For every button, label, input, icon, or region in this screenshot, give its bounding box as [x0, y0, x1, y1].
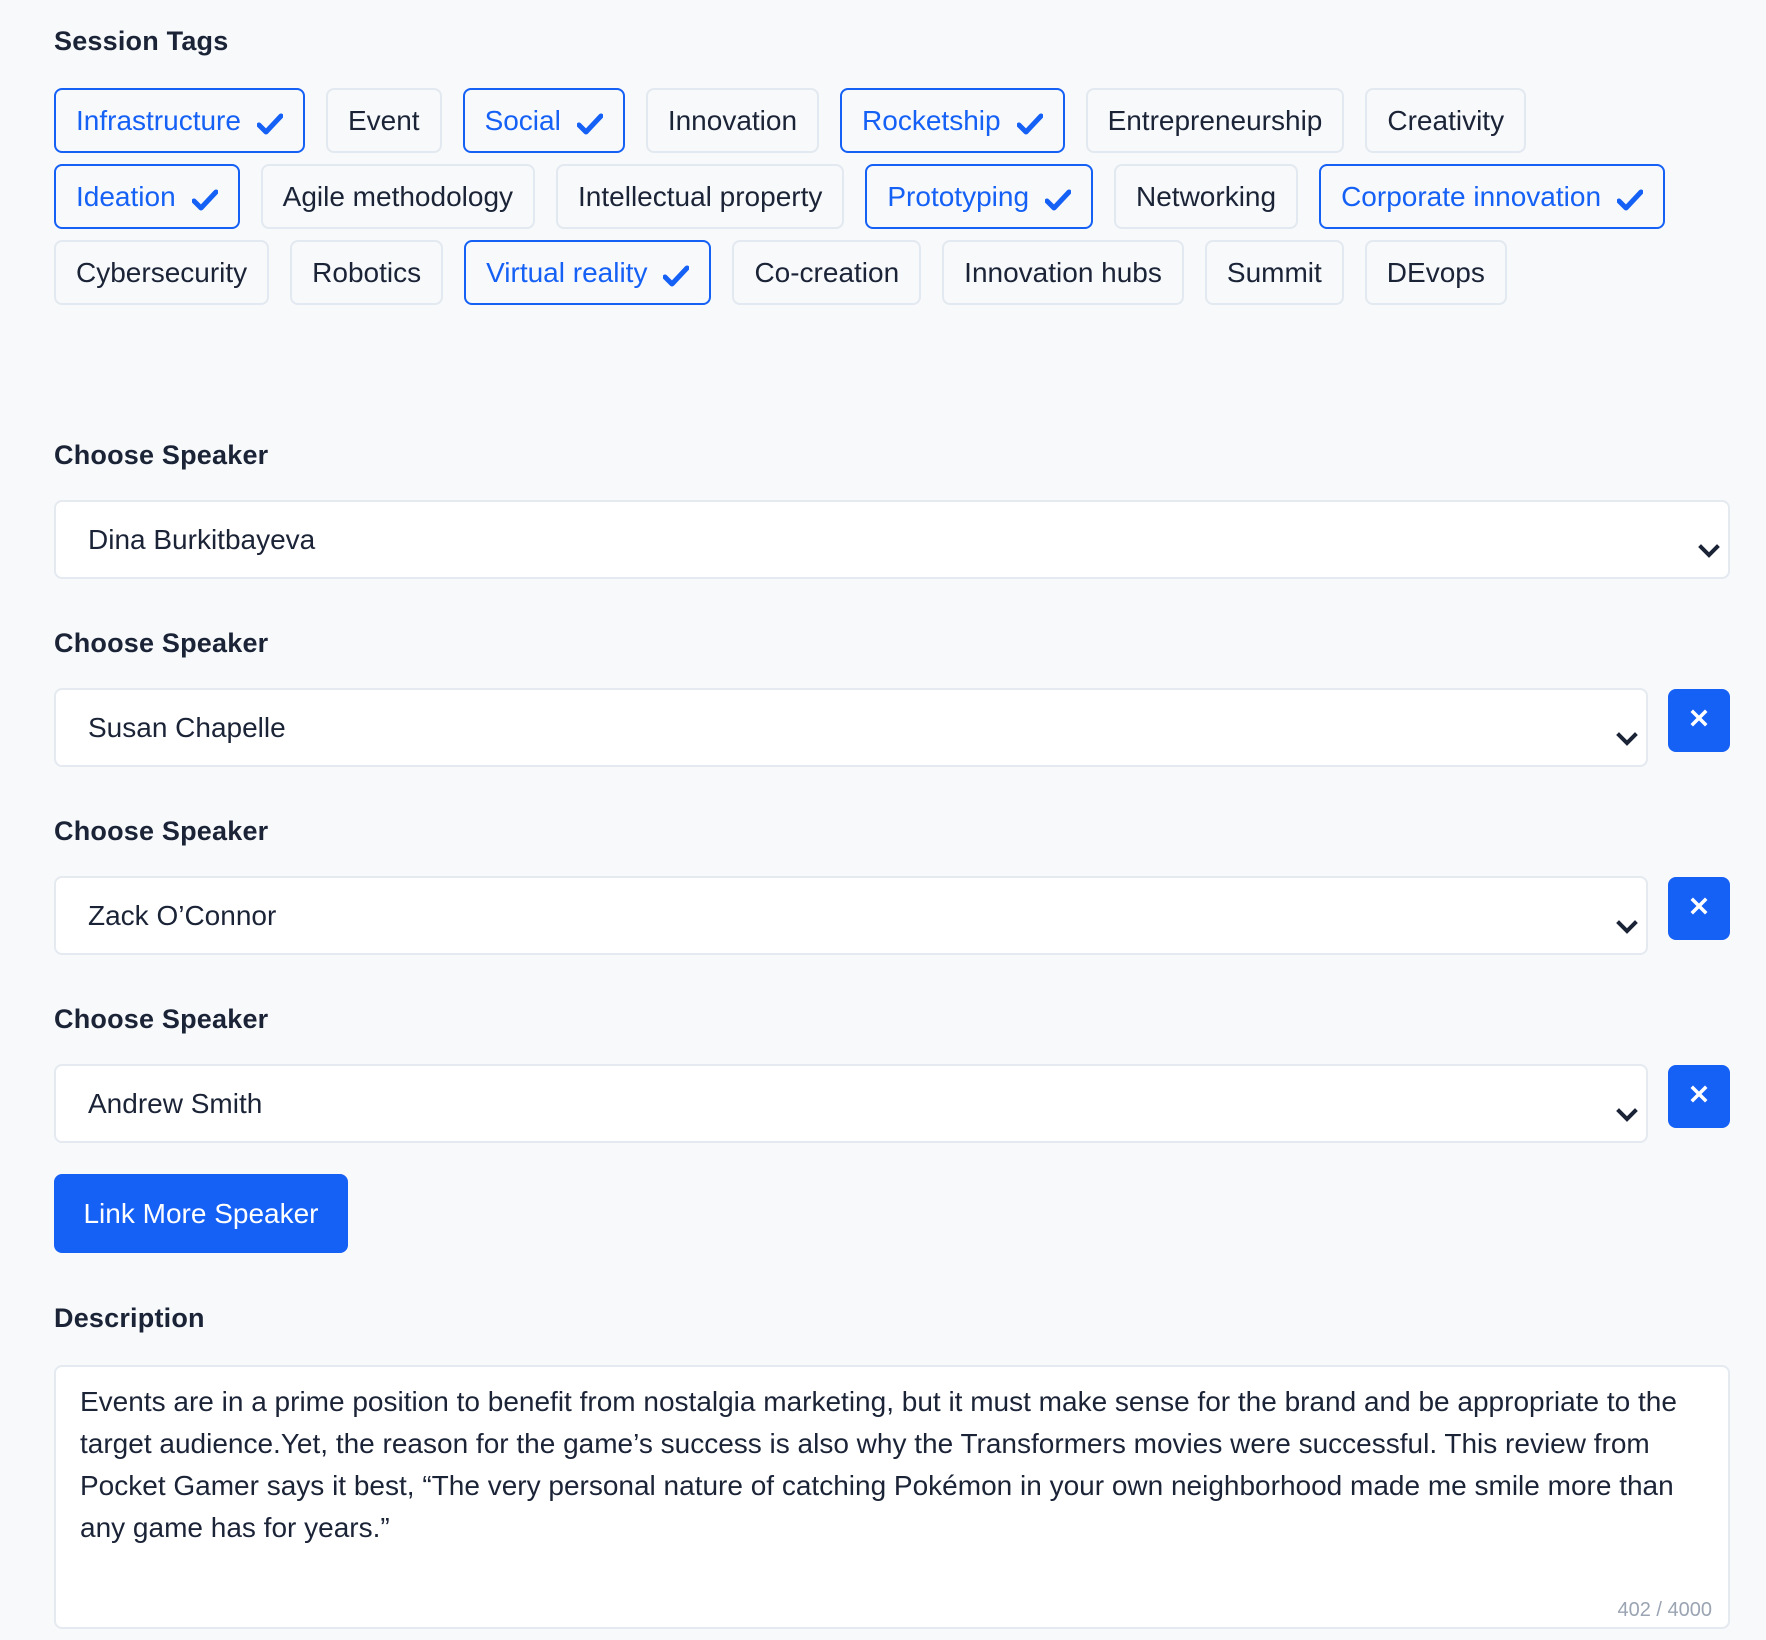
link-more-speaker-button[interactable]: Link More Speaker: [54, 1174, 348, 1253]
chevron-down-icon: [1616, 1097, 1638, 1122]
session-tag-label: Event: [347, 104, 420, 136]
session-tag-label: Innovation: [667, 104, 798, 136]
session-tag-label: Robotics: [312, 256, 422, 288]
session-tag-label: Entrepreneurship: [1107, 104, 1323, 136]
check-icon: [576, 110, 604, 134]
speaker-select-value: Zack O’Connor: [88, 899, 277, 931]
session-tag[interactable]: Agile methodology: [260, 164, 536, 229]
session-tag-label: Summit: [1226, 256, 1322, 288]
session-tag[interactable]: DEvops: [1364, 240, 1507, 305]
session-tag[interactable]: Prototyping: [865, 164, 1094, 229]
close-icon: [1690, 709, 1708, 732]
check-icon: [191, 186, 219, 210]
check-icon: [662, 262, 690, 286]
session-tag[interactable]: Entrepreneurship: [1085, 88, 1345, 153]
session-tag[interactable]: Summit: [1204, 240, 1344, 305]
chevron-down-icon: [1616, 721, 1638, 746]
session-tag-label: Co-creation: [754, 256, 900, 288]
check-icon: [256, 110, 284, 134]
session-tag-label: Prototyping: [887, 180, 1030, 212]
speaker-select[interactable]: Zack O’Connor: [54, 876, 1648, 955]
session-tag[interactable]: Infrastructure: [54, 88, 305, 153]
session-tag[interactable]: Event: [325, 88, 442, 153]
speaker-select-value: Susan Chapelle: [88, 711, 286, 743]
session-tags-list: Infrastructure Event Social Innovation Rocke…: [54, 88, 1730, 305]
speaker-select-value: Dina Burkitbayeva: [88, 523, 316, 555]
session-tag-label: Rocketship: [862, 104, 1001, 136]
session-tag-label: Corporate innovation: [1341, 180, 1602, 212]
remove-speaker-button[interactable]: [1668, 877, 1730, 940]
speaker-select[interactable]: Susan Chapelle: [54, 688, 1648, 767]
description-text[interactable]: Events are in a prime position to benefi…: [80, 1381, 1704, 1549]
session-tag-label: Virtual reality: [486, 256, 648, 288]
check-icon: [1016, 110, 1044, 134]
character-counter: 402 / 4000: [1617, 1599, 1712, 1621]
session-tag-label: Ideation: [76, 180, 176, 212]
session-tag[interactable]: Innovation hubs: [942, 240, 1184, 305]
session-tag-label: Creativity: [1387, 104, 1505, 136]
close-icon: [1690, 897, 1708, 920]
session-tag[interactable]: Rocketship: [840, 88, 1065, 153]
choose-speaker-label: Choose Speaker: [54, 440, 269, 470]
remove-speaker-button[interactable]: [1668, 689, 1730, 752]
choose-speaker-label: Choose Speaker: [54, 628, 269, 658]
close-icon: [1690, 1085, 1708, 1108]
session-tag[interactable]: Innovation: [645, 88, 820, 153]
session-tag[interactable]: Ideation: [54, 164, 240, 229]
session-tag[interactable]: Creativity: [1365, 88, 1527, 153]
session-tag[interactable]: Social: [462, 88, 625, 153]
session-tag[interactable]: Co-creation: [732, 240, 922, 305]
session-tag[interactable]: Networking: [1114, 164, 1299, 229]
session-tag-label: Intellectual property: [578, 180, 823, 212]
description-textarea[interactable]: Events are in a prime position to benefi…: [54, 1365, 1730, 1629]
session-tag-label: Cybersecurity: [76, 256, 248, 288]
check-icon: [1616, 186, 1644, 210]
session-tag-label: Social: [484, 104, 561, 136]
check-icon: [1044, 186, 1072, 210]
session-tag-label: Networking: [1136, 180, 1277, 212]
chevron-down-icon: [1698, 533, 1720, 558]
speaker-select-value: Andrew Smith: [88, 1087, 263, 1119]
session-tag-label: Agile methodology: [282, 180, 514, 212]
session-tag[interactable]: Corporate innovation: [1319, 164, 1666, 229]
session-tag-label: DEvops: [1386, 256, 1485, 288]
session-tag-label: Infrastructure: [76, 104, 241, 136]
choose-speaker-label: Choose Speaker: [54, 1004, 269, 1034]
choose-speaker-label: Choose Speaker: [54, 816, 269, 846]
session-tag[interactable]: Virtual reality: [464, 240, 712, 305]
session-tag[interactable]: Cybersecurity: [54, 240, 270, 305]
session-tag-label: Innovation hubs: [964, 256, 1162, 288]
speaker-select[interactable]: Dina Burkitbayeva: [54, 500, 1730, 579]
description-label: Description: [54, 1303, 205, 1333]
remove-speaker-button[interactable]: [1668, 1065, 1730, 1128]
session-tag[interactable]: Robotics: [290, 240, 444, 305]
session-tag[interactable]: Intellectual property: [556, 164, 845, 229]
speaker-select[interactable]: Andrew Smith: [54, 1064, 1648, 1143]
chevron-down-icon: [1616, 909, 1638, 934]
session-tags-label: Session Tags: [54, 26, 229, 56]
